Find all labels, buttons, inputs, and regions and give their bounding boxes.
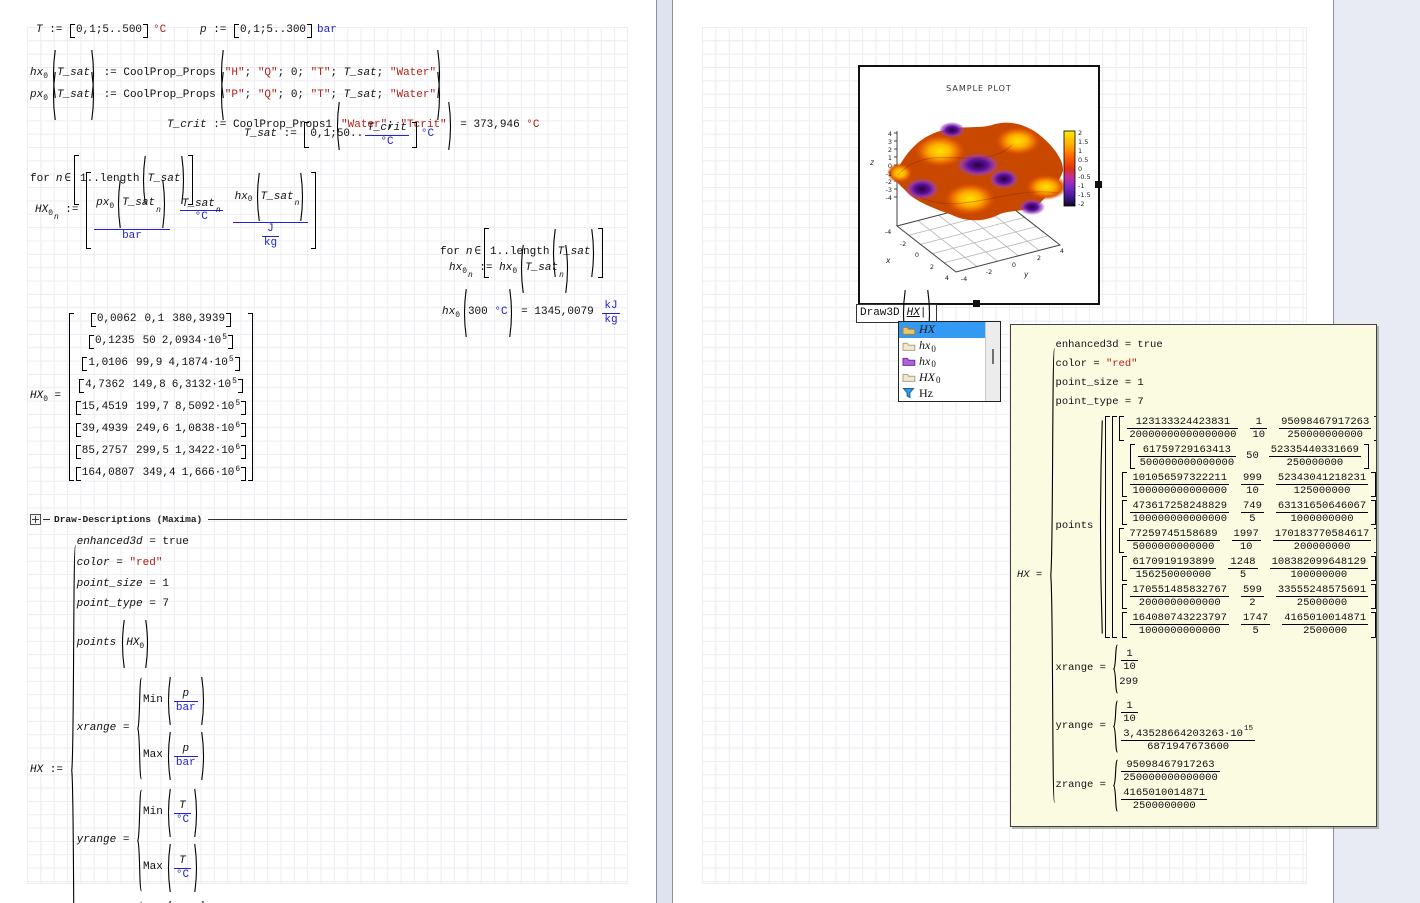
svg-text:-4: -4 xyxy=(886,194,892,202)
formula-HX0-matrix-result[interactable]: HX0 = 0,00620,1380,39390,1235502,0934·10… xyxy=(30,313,254,481)
folder-pale-icon xyxy=(902,340,916,352)
dropdown-item-HX0[interactable]: HX0 xyxy=(899,369,985,385)
dropdown-scrollbar-thumb[interactable] xyxy=(992,349,994,364)
separator-rule xyxy=(208,519,627,520)
dropdown-item-HX[interactable]: HX xyxy=(899,322,985,338)
svg-text:0: 0 xyxy=(888,162,892,170)
z-axis-ticks: 43210-1-2-3-4 xyxy=(886,130,892,202)
sample-3d-plot: SAMPLE PLOT xyxy=(860,67,1098,303)
funnel-icon xyxy=(902,387,916,399)
dropdown-item-label: HX xyxy=(919,322,935,337)
expand-collapse-icon[interactable] xyxy=(30,514,41,525)
formula-HX0-matrix-loop[interactable]: HX0n := px0T_satnbarT_satn°Chx0T_satnJkg xyxy=(35,172,317,249)
resize-handle-right[interactable] xyxy=(1095,181,1102,188)
formula-hx0-loop[interactable]: hx0n := hx0T_satn xyxy=(449,244,571,294)
svg-text:-4: -4 xyxy=(885,228,891,236)
svg-text:-2: -2 xyxy=(900,240,906,248)
formula-p-definition[interactable]: p := 0,1;5..300bar xyxy=(200,24,337,38)
formula-tsat-definition[interactable]: T_sat := 0,1;50..T_crit°C°C xyxy=(244,122,434,148)
svg-text:0: 0 xyxy=(1078,165,1082,173)
separator-label: Draw-Descriptions (Maxima) xyxy=(52,514,204,525)
svg-text:0: 0 xyxy=(915,251,919,259)
plot-title: SAMPLE PLOT xyxy=(946,84,1012,93)
svg-text:1: 1 xyxy=(1078,147,1082,155)
svg-text:-2: -2 xyxy=(1078,200,1084,208)
dropdown-item-hx0[interactable]: hx0 xyxy=(899,338,985,354)
surface xyxy=(887,122,1067,220)
x-axis-label: x xyxy=(885,256,891,265)
svg-text:4: 4 xyxy=(945,274,949,282)
dropdown-item-Hz[interactable]: Hz xyxy=(899,385,985,401)
svg-text:2: 2 xyxy=(1078,129,1082,137)
svg-text:4: 4 xyxy=(1060,247,1064,255)
dropdown-item-label: HX xyxy=(919,370,935,385)
svg-text:-4: -4 xyxy=(961,275,967,283)
svg-text:-1.5: -1.5 xyxy=(1078,191,1091,199)
x-axis-ticks: -4 -2 0 2 4 xyxy=(885,228,949,282)
evaluation-popup: HX = enhanced3d = truecolor = "red"point… xyxy=(1010,324,1377,827)
autocomplete-dropdown[interactable]: HXhx0hx0HX0Hz xyxy=(898,321,1001,402)
resize-handle-bottom[interactable] xyxy=(973,300,980,307)
dropdown-item-subscript: 0 xyxy=(931,359,936,369)
dropdown-item-label: hx xyxy=(919,338,930,353)
section-separator-draw-descriptions[interactable]: Draw-Descriptions (Maxima) xyxy=(30,514,627,525)
svg-text:0.5: 0.5 xyxy=(1078,156,1088,164)
svg-text:2: 2 xyxy=(888,146,892,154)
svg-text:2: 2 xyxy=(930,263,934,271)
colorbar xyxy=(1064,131,1075,206)
svg-text:1.5: 1.5 xyxy=(1078,138,1088,146)
formula-HX-draw-block[interactable]: HX := enhanced3d = truecolor = "red"poin… xyxy=(30,536,212,903)
svg-text:-3: -3 xyxy=(886,186,892,194)
svg-text:0: 0 xyxy=(1012,261,1016,269)
dropdown-item-subscript: 0 xyxy=(931,344,936,354)
page-divider xyxy=(657,0,673,903)
formula-T-definition[interactable]: T := 0,1;5..500°C xyxy=(36,24,166,38)
svg-text:1: 1 xyxy=(888,154,892,162)
plot-region[interactable]: SAMPLE PLOT xyxy=(858,65,1100,305)
svg-text:-2: -2 xyxy=(886,178,892,186)
y-axis-label: y xyxy=(1023,270,1029,279)
svg-text:2: 2 xyxy=(1037,254,1041,262)
svg-text:3: 3 xyxy=(888,138,892,146)
svg-text:-1: -1 xyxy=(1078,182,1084,190)
folder-pale-icon xyxy=(902,371,916,383)
dropdown-item-hx0[interactable]: hx0 xyxy=(899,354,985,370)
z-axis-label: z xyxy=(869,158,875,167)
popup-HX-value: HX = enhanced3d = truecolor = "red"point… xyxy=(1017,339,1377,812)
svg-text:-2: -2 xyxy=(986,268,992,276)
dropdown-item-label: hx xyxy=(919,354,930,369)
formula-hx0-at-300[interactable]: hx0300 °C = 1345,0079 kJkg xyxy=(442,288,622,338)
colorbar-ticks: 21.510.50-0.5-1-1.5-2 xyxy=(1078,129,1091,208)
folder-tan-icon xyxy=(902,324,916,336)
folder-purple-icon xyxy=(902,355,916,367)
svg-text:-1: -1 xyxy=(886,170,892,178)
dropdown-item-label: Hz xyxy=(919,386,933,401)
svg-text:-0.5: -0.5 xyxy=(1078,173,1091,181)
separator-dash xyxy=(43,519,50,520)
svg-text:4: 4 xyxy=(888,130,892,138)
y-axis-ticks: -4 -2 0 2 4 xyxy=(961,247,1064,283)
dropdown-scrollbar[interactable] xyxy=(985,322,1000,401)
dropdown-item-subscript: 0 xyxy=(936,375,941,385)
smath-worksheet-canvas: T := 0,1;5..500°C p := 0,1;5..300bar hx0… xyxy=(0,0,1420,903)
